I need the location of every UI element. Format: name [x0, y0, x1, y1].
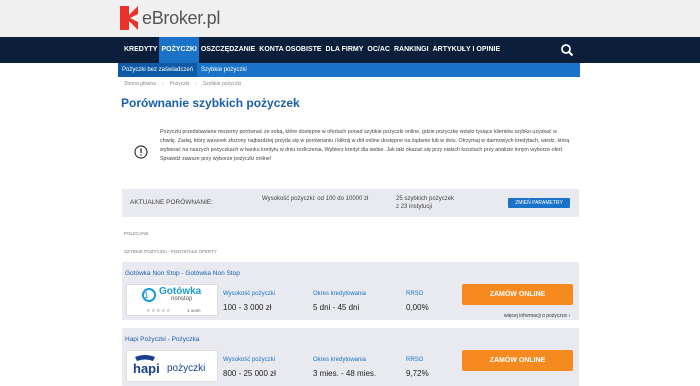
order-online-button[interactable]: ZAMÓW ONLINE — [462, 350, 573, 371]
info-block: Pożyczki przedstawiane możemy porównać z… — [132, 128, 572, 180]
page-title: Porównanie szybkich pożyczek — [121, 96, 300, 110]
reviews-count: 1 ocen — [187, 308, 201, 313]
offer-logo[interactable]: hapi pożyczki — [126, 350, 218, 382]
top-bar: eBroker.pl — [0, 0, 700, 37]
period-label: Okres kredytowania — [313, 291, 367, 297]
nav-item-2[interactable]: OSZCZĘDZANIE — [199, 37, 257, 63]
sub-nav: Pożyczki bez zaświadczeń Szybkie pożyczki — [118, 63, 580, 77]
compare-label: AKTUALNE PORÓWNANIE: — [130, 199, 214, 206]
rrso-label: RRSO — [406, 357, 424, 363]
offer-logo-text: hapi — [133, 361, 160, 376]
rating-stars-icon: ★★★★★ — [146, 308, 171, 314]
section-recommended: POLECANE — [124, 231, 149, 236]
subnav-item-1[interactable]: Szybkie pożyczki — [197, 67, 251, 73]
nav-item-7[interactable]: ARTYKUŁY I OPINIE — [431, 37, 503, 63]
nav-item-0[interactable]: KREDYTY — [122, 37, 159, 63]
rrso-value: 9,72% — [406, 369, 429, 378]
offer-card: Hapi Pożyczki - Pożyczka hapi pożyczki W… — [122, 328, 579, 386]
breadcrumb: Strona główna › Pożyczki › Szybkie pożyczki — [124, 81, 241, 87]
nav-item-3[interactable]: KONTA OSOBISTE — [257, 37, 323, 63]
subnav-item-0[interactable]: Pożyczki bez zaświadczeń — [118, 63, 198, 77]
period-label: Okres kredytowania — [313, 357, 367, 363]
brand-name: eBroker.pl — [142, 7, 221, 28]
offer-card: Gotówka Non Stop - Gotówka Non Stop 1 Go… — [122, 262, 579, 320]
info-text: Pożyczki przedstawiane możemy porównać z… — [160, 129, 570, 162]
period-value: 5 dni - 45 dni — [313, 303, 360, 312]
breadcrumb-item[interactable]: Szybkie pożyczki — [203, 81, 241, 87]
offer-amount: Wysokość pożyczki 800 - 25 000 zł — [223, 357, 276, 378]
offer-name[interactable]: Gotówka Non Stop - Gotówka Non Stop — [125, 270, 240, 277]
exclamation-circle-icon — [134, 145, 148, 159]
main-nav: KREDYTY POŻYCZKI OSZCZĘDZANIE KONTA OSOBIST… — [0, 37, 700, 63]
offer-logo[interactable]: 1 Gotówka nonstop ★★★★★ 1 ocen — [126, 284, 218, 316]
order-online-button[interactable]: ZAMÓW ONLINE — [462, 284, 573, 305]
offer-period: Okres kredytowania 3 mies. - 48 mies. — [313, 357, 376, 378]
offer-period: Okres kredytowania 5 dni - 45 dni — [313, 291, 366, 312]
offer-amount: Wysokość pożyczki 100 - 3 000 zł — [223, 291, 275, 312]
change-params-button[interactable]: ZMIEŃ PARAMETRY — [508, 198, 570, 208]
offer-logo-sub: pożyczki — [167, 363, 206, 374]
nav-item-5[interactable]: OC/AC — [365, 37, 392, 63]
offer-name[interactable]: Hapi Pożyczki - Pożyczka — [125, 336, 199, 343]
section-all-offers: SZYBKIE POŻYCZKI - POZOSTAŁE OFERTY — [124, 249, 217, 254]
period-value: 3 mies. - 48 mies. — [313, 369, 377, 378]
breadcrumb-separator: › — [195, 81, 198, 87]
rrso-value: 0,00% — [406, 303, 429, 312]
amount-label: Wysokość pożyczki — [223, 291, 275, 297]
compare-bar: AKTUALNE PORÓWNANIE: Wysokość pożyczki: … — [122, 189, 579, 217]
breadcrumb-item[interactable]: Strona główna — [124, 81, 156, 87]
amount-value: 100 - 3 000 zł — [223, 303, 272, 312]
search-icon[interactable] — [560, 43, 574, 57]
nav-item-6[interactable]: RANKINGI — [392, 37, 431, 63]
breadcrumb-separator: › — [161, 81, 164, 87]
nav-item-4[interactable]: DLA FIRMY — [324, 37, 366, 63]
offer-rrso: RRSO 9,72% — [406, 357, 429, 378]
compare-count-line2: z 23 instytucji — [396, 204, 433, 210]
amount-value: 800 - 25 000 zł — [223, 369, 276, 378]
amount-label: Wysokość pożyczki — [223, 357, 275, 363]
nav-item-1[interactable]: POŻYCZKI — [159, 37, 199, 63]
brand-logo[interactable]: eBroker.pl — [120, 6, 220, 30]
compare-count-line1: 25 szybkich pożyczek — [396, 196, 455, 202]
rrso-label: RRSO — [406, 291, 424, 297]
compare-range: Wysokość pożyczki: od 100 do 10000 zł — [262, 196, 369, 202]
offer-logo-sub: nonstop — [171, 296, 193, 302]
compare-count: 25 szybkich pożyczek z 23 instytucji — [396, 195, 454, 211]
more-info-link[interactable]: więcej informacji o pożyczce › — [504, 313, 570, 319]
logo-mark-icon — [120, 6, 138, 30]
offer-rrso: RRSO 0,00% — [406, 291, 429, 312]
breadcrumb-item[interactable]: Pożyczki — [170, 81, 190, 87]
svg-text:1: 1 — [144, 291, 149, 300]
